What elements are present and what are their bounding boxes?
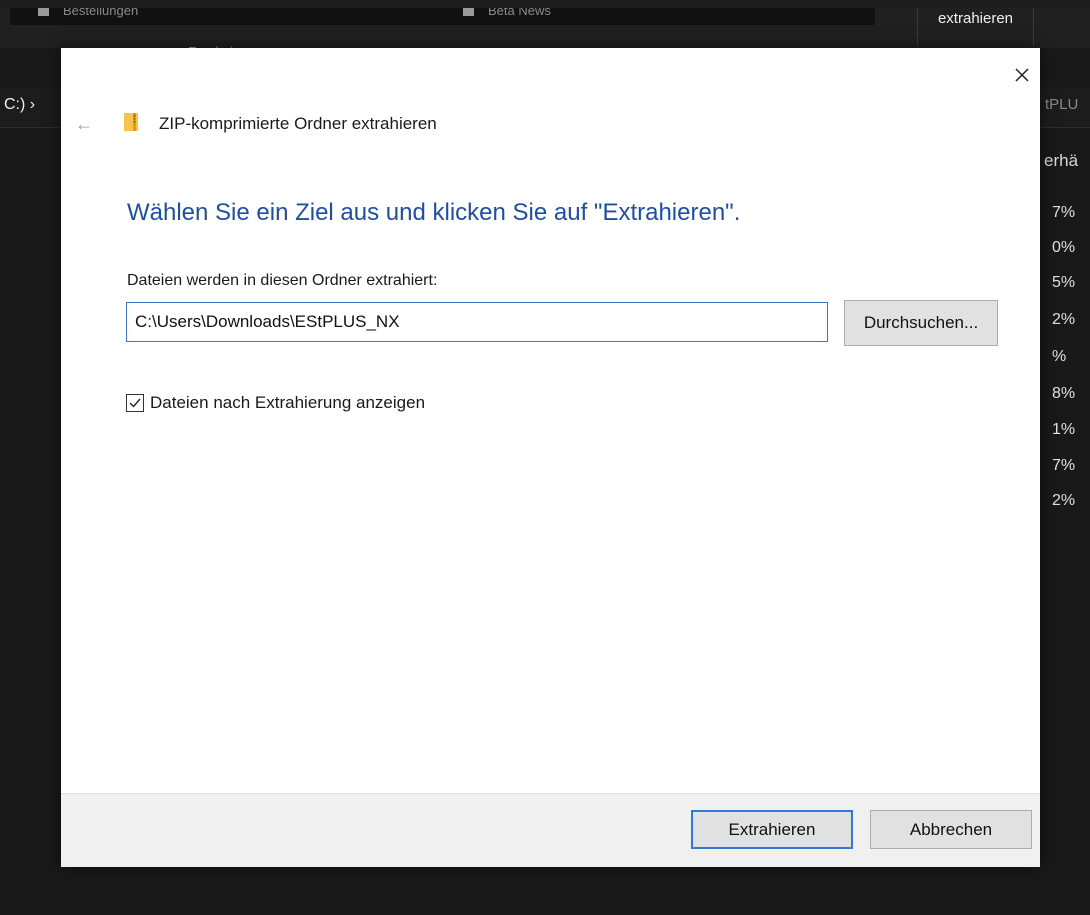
- ratio-value: 2%: [1052, 311, 1076, 328]
- cancel-button[interactable]: Abbrechen: [870, 810, 1032, 849]
- arrow-left-icon: ←: [75, 114, 93, 134]
- back-button[interactable]: ←: [75, 114, 101, 134]
- folder-icon: [38, 8, 49, 16]
- quick-tab-beta-news[interactable]: Beta News: [463, 8, 551, 25]
- address-breadcrumb[interactable]: C:) ›: [4, 96, 35, 114]
- quick-tab-orders[interactable]: Bestellungen: [38, 8, 138, 25]
- extract-dialog: ← ZIP-komprimierte Ordner extrahieren Wä…: [61, 48, 1040, 867]
- main-instruction: Wählen Sie ein Ziel aus und klicken Sie …: [127, 199, 741, 226]
- ratio-value: 7%: [1052, 457, 1076, 474]
- quick-tab-label: Beta News: [488, 8, 551, 18]
- browse-button[interactable]: Durchsuchen...: [844, 300, 998, 346]
- address-search-partial[interactable]: tPLU: [1045, 96, 1078, 113]
- folder-icon: [463, 8, 474, 16]
- zip-folder-icon: [124, 113, 138, 131]
- explorer-top-edge: [0, 0, 1090, 8]
- show-files-checkbox-row[interactable]: Dateien nach Extrahierung anzeigen: [126, 393, 425, 413]
- explorer-quick-tabs: Bestellungen Beta News: [10, 8, 875, 25]
- ribbon-extract-button[interactable]: extrahieren: [917, 8, 1034, 46]
- ratio-value: 5%: [1052, 274, 1076, 291]
- ratio-value: 1%: [1052, 421, 1076, 438]
- close-button[interactable]: [1007, 60, 1037, 90]
- ratio-value: 7%: [1052, 204, 1076, 221]
- extract-button[interactable]: Extrahieren: [691, 810, 853, 849]
- column-header-ratio[interactable]: erhä: [1044, 151, 1078, 171]
- show-files-checkbox[interactable]: [126, 394, 144, 412]
- ratio-value: 2%: [1052, 492, 1076, 509]
- close-icon: [1015, 68, 1029, 82]
- checkmark-icon: [129, 398, 141, 408]
- ratio-value: 8%: [1052, 385, 1076, 402]
- show-files-label: Dateien nach Extrahierung anzeigen: [150, 393, 426, 412]
- destination-label: Dateien werden in diesen Ordner extrahie…: [127, 272, 438, 289]
- ratio-value: %: [1052, 348, 1067, 365]
- quick-tab-label: Bestellungen: [63, 8, 139, 18]
- dialog-footer: Extrahieren Abbrechen: [61, 793, 1040, 867]
- ratio-value: 0%: [1052, 239, 1076, 256]
- destination-path-input[interactable]: [126, 302, 828, 342]
- dialog-title: ZIP-komprimierte Ordner extrahieren: [159, 114, 437, 133]
